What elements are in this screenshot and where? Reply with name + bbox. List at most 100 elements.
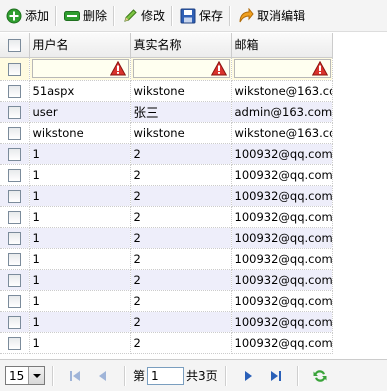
cancel-edit-button[interactable]: 取消编辑 [232, 3, 310, 29]
row-checkbox[interactable] [7, 84, 21, 98]
edit-label: 修改 [141, 9, 166, 23]
cell-email: wikstone@163.com [231, 80, 333, 102]
cell-username: 51aspx [29, 80, 131, 102]
row-checkbox-cell [0, 185, 30, 207]
cell-username: 1 [29, 332, 131, 354]
pager-separator [52, 365, 54, 386]
table-row[interactable]: 1 2 100932@qq.com [0, 290, 333, 312]
cell-realname: 2 [130, 227, 232, 249]
edit-cell-username [29, 57, 131, 81]
toolbar-separator [55, 5, 58, 26]
grid-table: 用户名 真实名称 邮箱 51aspx wikstone wikstone@163… [0, 33, 333, 354]
add-label: 添加 [25, 9, 50, 23]
row-checkbox[interactable] [7, 126, 21, 140]
page-size-value: 15 [9, 368, 25, 383]
remove-icon [64, 8, 81, 24]
edit-cell-email [231, 57, 333, 81]
cell-username: 1 [29, 311, 131, 333]
save-label: 保存 [199, 9, 224, 23]
table-row[interactable]: 1 2 100932@qq.com [0, 311, 333, 333]
username-input[interactable] [31, 59, 129, 78]
cell-username: wikstone [29, 122, 131, 144]
pager-separator [124, 365, 126, 386]
row-checkbox[interactable] [7, 294, 21, 308]
cancel-edit-label: 取消编辑 [257, 9, 306, 23]
realname-input[interactable] [132, 59, 230, 78]
row-checkbox[interactable] [7, 315, 21, 329]
row-checkbox-cell [0, 332, 30, 354]
warning-icon [311, 60, 328, 76]
toolbar-separator [229, 5, 232, 26]
pager-separator [296, 365, 299, 386]
cell-realname: 2 [130, 311, 232, 333]
row-checkbox[interactable] [7, 252, 21, 266]
row-checkbox[interactable] [7, 105, 21, 119]
row-checkbox[interactable] [7, 168, 21, 182]
email-input[interactable] [233, 59, 331, 78]
delete-label: 删除 [83, 9, 108, 23]
current-page-input[interactable]: 1 [147, 366, 185, 385]
pencil-icon [122, 8, 138, 24]
cell-email: 100932@qq.com [231, 227, 333, 249]
table-row[interactable]: 1 2 100932@qq.com [0, 269, 333, 291]
row-checkbox[interactable] [7, 336, 21, 350]
cell-username: 1 [29, 206, 131, 228]
floppy-disk-icon [180, 8, 196, 24]
cell-email: 100932@qq.com [231, 311, 333, 333]
cell-realname: 2 [130, 248, 232, 270]
cell-email: 100932@qq.com [231, 332, 333, 354]
row-checkbox-cell [0, 206, 30, 228]
select-all-checkbox[interactable] [7, 38, 21, 52]
delete-button[interactable]: 删除 [58, 3, 112, 29]
add-button[interactable]: 添加 [0, 3, 54, 29]
row-checkbox[interactable] [7, 189, 21, 203]
first-page-icon[interactable] [67, 368, 83, 384]
cell-email: 100932@qq.com [231, 164, 333, 186]
table-row[interactable]: 1 2 100932@qq.com [0, 206, 333, 228]
save-button[interactable]: 保存 [174, 3, 228, 29]
column-header-email[interactable]: 邮箱 [231, 33, 333, 58]
previous-page-icon[interactable] [95, 368, 111, 384]
column-header-username[interactable]: 用户名 [29, 33, 131, 58]
page-prefix-label: 第 [133, 369, 146, 383]
edit-row [0, 57, 333, 81]
row-checkbox[interactable] [7, 62, 21, 76]
last-page-icon[interactable] [268, 368, 284, 384]
table-row[interactable]: 51aspx wikstone wikstone@163.com [0, 80, 333, 102]
row-checkbox-cell [0, 143, 30, 165]
table-row[interactable]: user 张三 admin@163.com [0, 101, 333, 123]
cell-realname: 2 [130, 164, 232, 186]
refresh-icon[interactable] [312, 368, 328, 384]
header-row: 用户名 真实名称 邮箱 [0, 33, 333, 58]
page-size-select[interactable]: 15 [5, 366, 45, 385]
cell-username: 1 [29, 185, 131, 207]
chevron-down-icon[interactable] [28, 367, 44, 384]
table-row[interactable]: 1 2 100932@qq.com [0, 185, 333, 207]
select-all-cell [0, 33, 30, 58]
next-page-icon[interactable] [240, 368, 256, 384]
cell-email: 100932@qq.com [231, 143, 333, 165]
row-checkbox-cell [0, 248, 30, 270]
row-checkbox-cell [0, 101, 30, 123]
cell-email: 100932@qq.com [231, 248, 333, 270]
table-row[interactable]: 1 2 100932@qq.com [0, 164, 333, 186]
row-checkbox[interactable] [7, 147, 21, 161]
cell-realname: 张三 [130, 101, 232, 123]
table-row[interactable]: 1 2 100932@qq.com [0, 227, 333, 249]
row-checkbox-cell [0, 122, 30, 144]
row-checkbox[interactable] [7, 231, 21, 245]
cell-username: 1 [29, 164, 131, 186]
cell-username: 1 [29, 248, 131, 270]
table-row[interactable]: 1 2 100932@qq.com [0, 332, 333, 354]
warning-icon [210, 60, 227, 76]
table-row[interactable]: 1 2 100932@qq.com [0, 248, 333, 270]
table-row[interactable]: wikstone wikstone wikstone@163.com [0, 122, 333, 144]
row-checkbox[interactable] [7, 210, 21, 224]
row-checkbox[interactable] [7, 273, 21, 287]
edit-button[interactable]: 修改 [116, 3, 170, 29]
column-header-realname[interactable]: 真实名称 [130, 33, 232, 58]
cell-username: 1 [29, 269, 131, 291]
row-checkbox-cell [0, 227, 30, 249]
row-checkbox-cell [0, 57, 30, 81]
table-row[interactable]: 1 2 100932@qq.com [0, 143, 333, 165]
